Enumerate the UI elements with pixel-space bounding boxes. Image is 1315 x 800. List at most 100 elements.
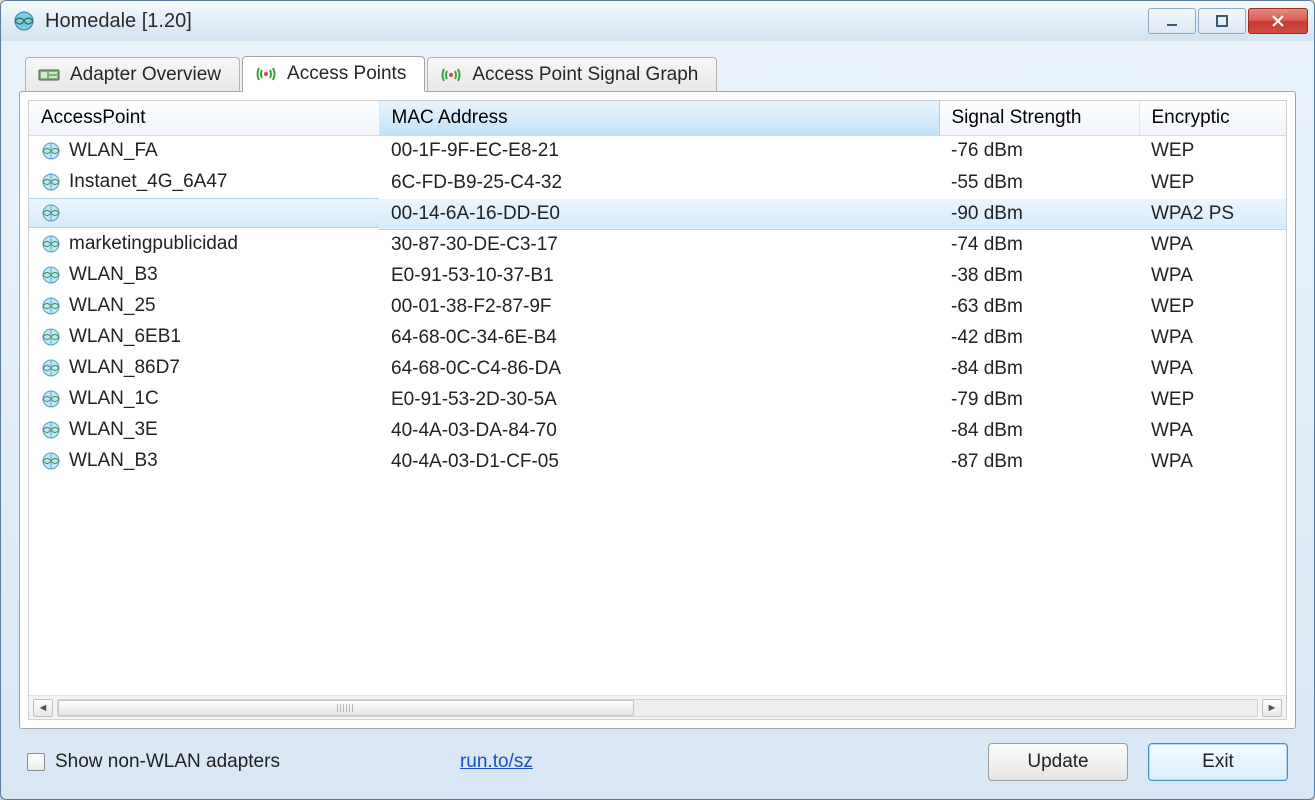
scroll-track[interactable] (57, 699, 1258, 717)
table-row[interactable]: WLAN_FA 00-1F-9F-EC-E8-21-76 dBmWEP (29, 136, 1287, 168)
cell-signal: -63 dBm (939, 291, 1139, 322)
show-non-wlan-checkbox[interactable] (27, 753, 45, 771)
cell-mac: 40-4A-03-DA-84-70 (379, 415, 939, 446)
globe-icon (41, 420, 61, 440)
cell-accesspoint: Instanet_4G_6A47 (69, 171, 227, 193)
cell-signal: -84 dBm (939, 415, 1139, 446)
cell-signal: -90 dBm (939, 198, 1139, 229)
tab-label: Adapter Overview (70, 64, 221, 86)
cell-encryption: WPA (1139, 260, 1287, 291)
access-points-list: AccessPoint MAC Address Signal Strength … (28, 100, 1287, 720)
app-window: Homedale [1.20] Adapter Overview (0, 0, 1315, 800)
globe-icon (41, 451, 61, 471)
cell-encryption: WEP (1139, 136, 1287, 168)
cell-accesspoint: WLAN_3E (69, 419, 158, 441)
tab-adapter-overview[interactable]: Adapter Overview (25, 57, 240, 92)
table-row[interactable]: 00-14-6A-16-DD-E0-90 dBmWPA2 PS (29, 198, 1287, 229)
column-header-mac[interactable]: MAC Address (379, 101, 939, 136)
table-row[interactable]: WLAN_86D7 64-68-0C-C4-86-DA-84 dBmWPA (29, 353, 1287, 384)
cell-accesspoint: WLAN_25 (69, 295, 156, 317)
cell-accesspoint: WLAN_6EB1 (69, 326, 181, 348)
scroll-left-button[interactable]: ◄ (33, 699, 53, 717)
column-header-accesspoint[interactable]: AccessPoint (29, 101, 379, 136)
table-row[interactable]: WLAN_B3 E0-91-53-10-37-B1-38 dBmWPA (29, 260, 1287, 291)
scroll-right-button[interactable]: ► (1262, 699, 1282, 717)
column-header-signal[interactable]: Signal Strength (939, 101, 1139, 136)
table-row[interactable]: WLAN_B3 40-4A-03-D1-CF-05-87 dBmWPA (29, 446, 1287, 477)
column-header-row: AccessPoint MAC Address Signal Strength … (29, 101, 1287, 136)
cell-mac: 00-14-6A-16-DD-E0 (379, 198, 939, 229)
cell-accesspoint: WLAN_86D7 (69, 357, 180, 379)
tab-label: Access Point Signal Graph (472, 64, 698, 86)
table-row[interactable]: WLAN_1CE0-91-53-2D-30-5A-79 dBmWEP (29, 384, 1287, 415)
table-row[interactable]: WLAN_25 00-01-38-F2-87-9F-63 dBmWEP (29, 291, 1287, 322)
maximize-button[interactable] (1198, 8, 1246, 34)
cell-encryption: WEP (1139, 167, 1287, 198)
cell-accesspoint: WLAN_B3 (69, 264, 158, 286)
cell-mac: 6C-FD-B9-25-C4-32 (379, 167, 939, 198)
globe-icon (41, 141, 61, 161)
cell-encryption: WPA (1139, 446, 1287, 477)
cell-mac: 00-1F-9F-EC-E8-21 (379, 136, 939, 168)
cell-encryption: WEP (1139, 291, 1287, 322)
globe-icon (41, 296, 61, 316)
cell-accesspoint: WLAN_1C (69, 388, 159, 410)
scroll-thumb[interactable] (58, 700, 634, 716)
antenna-icon (440, 65, 462, 85)
app-icon (13, 10, 35, 32)
cell-signal: -38 dBm (939, 260, 1139, 291)
footer: Show non-WLAN adapters run.to/sz Update … (19, 729, 1296, 785)
globe-icon (41, 389, 61, 409)
table-row[interactable]: marketingpublicidad30-87-30-DE-C3-17-74 … (29, 229, 1287, 260)
cell-encryption: WPA2 PS (1139, 198, 1287, 229)
horizontal-scrollbar[interactable]: ◄ ► (29, 695, 1286, 719)
cell-encryption: WEP (1139, 384, 1287, 415)
close-button[interactable] (1248, 8, 1308, 34)
cell-encryption: WPA (1139, 415, 1287, 446)
cell-signal: -55 dBm (939, 167, 1139, 198)
cell-signal: -84 dBm (939, 353, 1139, 384)
exit-button[interactable]: Exit (1148, 743, 1288, 781)
cell-signal: -76 dBm (939, 136, 1139, 168)
website-link[interactable]: run.to/sz (460, 751, 533, 773)
globe-icon (41, 327, 61, 347)
globe-icon (41, 203, 61, 223)
tab-signal-graph[interactable]: Access Point Signal Graph (427, 57, 717, 92)
window-controls (1148, 8, 1308, 34)
checkbox-label: Show non-WLAN adapters (55, 751, 280, 773)
cell-accesspoint: WLAN_B3 (69, 450, 158, 472)
adapter-icon (38, 65, 60, 85)
globe-icon (41, 265, 61, 285)
tab-access-points[interactable]: Access Points (242, 56, 425, 92)
cell-signal: -87 dBm (939, 446, 1139, 477)
table-row[interactable]: Instanet_4G_6A47 6C-FD-B9-25-C4-32-55 dBm… (29, 167, 1287, 198)
cell-mac: 40-4A-03-D1-CF-05 (379, 446, 939, 477)
column-header-encryption[interactable]: Encryptic (1139, 101, 1287, 136)
client-area: Adapter Overview Access Points Access Po… (1, 41, 1314, 799)
cell-encryption: WPA (1139, 229, 1287, 260)
cell-mac: 00-01-38-F2-87-9F (379, 291, 939, 322)
cell-signal: -74 dBm (939, 229, 1139, 260)
cell-accesspoint: marketingpublicidad (69, 233, 238, 255)
tab-label: Access Points (287, 63, 406, 85)
cell-mac: 64-68-0C-C4-86-DA (379, 353, 939, 384)
globe-icon (41, 234, 61, 254)
cell-signal: -42 dBm (939, 322, 1139, 353)
minimize-button[interactable] (1148, 8, 1196, 34)
cell-mac: 64-68-0C-34-6E-B4 (379, 322, 939, 353)
cell-encryption: WPA (1139, 322, 1287, 353)
cell-encryption: WPA (1139, 353, 1287, 384)
globe-icon (41, 358, 61, 378)
show-non-wlan-option[interactable]: Show non-WLAN adapters (27, 751, 280, 773)
window-title: Homedale [1.20] (45, 10, 192, 33)
tab-panel: AccessPoint MAC Address Signal Strength … (19, 91, 1296, 729)
table-row[interactable]: WLAN_3E 40-4A-03-DA-84-70-84 dBmWPA (29, 415, 1287, 446)
cell-signal: -79 dBm (939, 384, 1139, 415)
titlebar[interactable]: Homedale [1.20] (1, 1, 1314, 41)
tabstrip: Adapter Overview Access Points Access Po… (19, 55, 1296, 91)
table-row[interactable]: WLAN_6EB1 64-68-0C-34-6E-B4-42 dBmWPA (29, 322, 1287, 353)
antenna-icon (255, 64, 277, 84)
update-button[interactable]: Update (988, 743, 1128, 781)
cell-mac: E0-91-53-10-37-B1 (379, 260, 939, 291)
cell-accesspoint: WLAN_FA (69, 140, 158, 162)
